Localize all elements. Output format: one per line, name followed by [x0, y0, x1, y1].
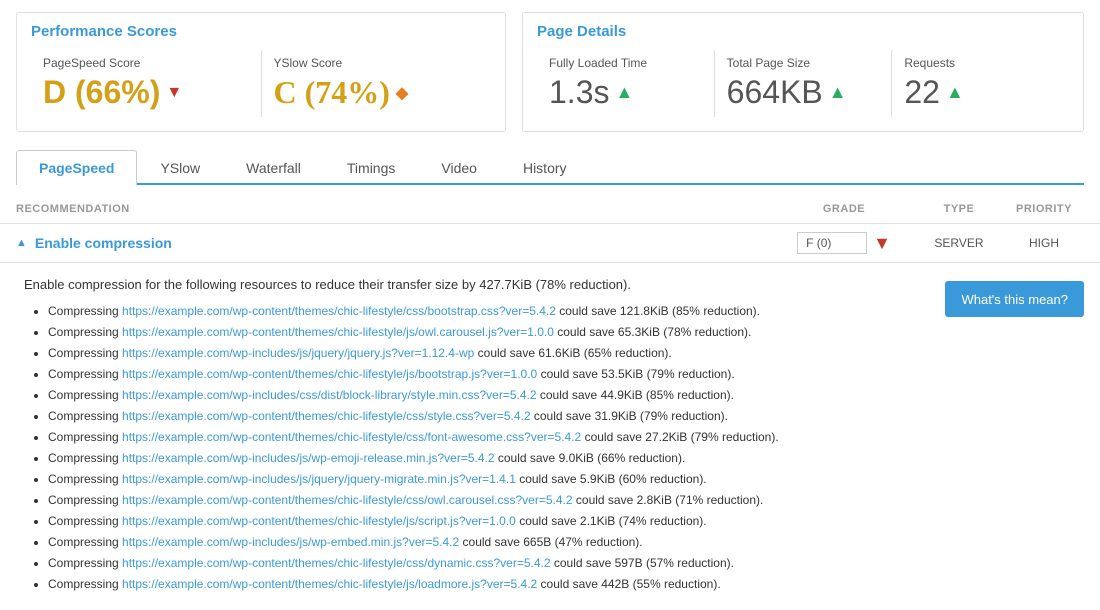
resource-link[interactable]: https://example.com/wp-content/themes/ch…	[122, 556, 551, 570]
resource-link[interactable]: https://example.com/wp-content/themes/ch…	[122, 514, 516, 528]
list-item: Compressing https://example.com/wp-conte…	[48, 302, 925, 320]
type-value: SERVER	[914, 236, 1004, 250]
yslow-label: YSlow Score	[274, 56, 480, 70]
col-type-header: TYPE	[914, 203, 1004, 215]
page-details-title: Page Details	[537, 23, 1069, 40]
tab-timings[interactable]: Timings	[324, 150, 419, 185]
recommendation-label-col: ▲ Enable compression	[16, 235, 774, 251]
performance-scores-title: Performance Scores	[31, 23, 491, 40]
priority-value: HIGH	[1004, 236, 1084, 250]
resource-link[interactable]: https://example.com/wp-content/themes/ch…	[122, 409, 531, 423]
list-item: Compressing https://example.com/wp-conte…	[48, 323, 925, 341]
grade-box: ▼	[774, 232, 914, 254]
col-priority-header: PRIORITY	[1004, 203, 1084, 215]
col-recommendation-header: RECOMMENDATION	[16, 203, 774, 215]
pagespeed-score-item: PageSpeed Score D (66%) ▼	[31, 50, 262, 117]
pagespeed-label: PageSpeed Score	[43, 56, 249, 70]
yslow-arrow: ◆	[396, 83, 408, 103]
resource-link[interactable]: https://example.com/wp-content/themes/ch…	[122, 430, 581, 444]
list-item: Compressing https://example.com/wp-conte…	[48, 365, 925, 383]
expand-icon[interactable]: ▲	[16, 237, 27, 249]
resource-link[interactable]: https://example.com/wp-includes/js/wp-em…	[122, 451, 495, 465]
tab-waterfall[interactable]: Waterfall	[223, 150, 324, 185]
table-header: RECOMMENDATION GRADE TYPE PRIORITY	[0, 195, 1100, 224]
fully-loaded-arrow: ▲	[615, 82, 633, 103]
list-item: Compressing https://example.com/wp-conte…	[48, 407, 925, 425]
list-item: Compressing https://example.com/wp-inclu…	[48, 470, 925, 488]
page-details-panel: Page Details Fully Loaded Time 1.3s ▲ To…	[522, 12, 1084, 132]
fully-loaded-label: Fully Loaded Time	[549, 56, 702, 70]
pagespeed-value: D (66%) ▼	[43, 74, 249, 111]
recommendation-row: ▲ Enable compression ▼ SERVER HIGH	[0, 224, 1100, 263]
tab-pagespeed[interactable]: PageSpeed	[16, 150, 137, 185]
requests-arrow: ▲	[946, 82, 964, 103]
list-item: Compressing https://example.com/wp-conte…	[48, 428, 925, 446]
grade-input[interactable]	[797, 232, 867, 254]
list-item: Compressing https://example.com/wp-conte…	[48, 575, 925, 593]
total-size-item: Total Page Size 664KB ▲	[715, 50, 893, 117]
total-size-arrow: ▲	[829, 82, 847, 103]
total-size-value: 664KB ▲	[727, 74, 880, 111]
list-item: Compressing https://example.com/wp-conte…	[48, 491, 925, 509]
performance-scores-panel: Performance Scores PageSpeed Score D (66…	[16, 12, 506, 132]
resource-link[interactable]: https://example.com/wp-content/themes/ch…	[122, 493, 573, 507]
resource-link[interactable]: https://example.com/wp-includes/js/jquer…	[122, 472, 516, 486]
resource-link[interactable]: https://example.com/wp-includes/js/wp-em…	[122, 535, 459, 549]
requests-item: Requests 22 ▲	[892, 50, 1069, 117]
yslow-value: C (74%) ◆	[274, 74, 480, 111]
requests-value: 22 ▲	[904, 74, 1057, 111]
tab-history[interactable]: History	[500, 150, 590, 185]
resource-link[interactable]: https://example.com/wp-content/themes/ch…	[122, 577, 537, 591]
grade-arrow-icon: ▼	[873, 233, 891, 254]
resource-link[interactable]: https://example.com/wp-content/themes/ch…	[122, 325, 554, 339]
list-item: Compressing https://example.com/wp-inclu…	[48, 449, 925, 467]
resource-link[interactable]: https://example.com/wp-includes/js/jquer…	[122, 346, 474, 360]
col-grade-header: GRADE	[774, 203, 914, 215]
yslow-score-item: YSlow Score C (74%) ◆	[262, 50, 492, 117]
resource-link[interactable]: https://example.com/wp-content/themes/ch…	[122, 304, 556, 318]
recommendation-title: Enable compression	[35, 235, 172, 251]
total-size-label: Total Page Size	[727, 56, 880, 70]
tab-yslow[interactable]: YSlow	[137, 150, 223, 185]
resource-list: Compressing https://example.com/wp-conte…	[24, 302, 925, 593]
list-item: Compressing https://example.com/wp-inclu…	[48, 386, 925, 404]
whats-this-button[interactable]: What's this mean?	[945, 281, 1084, 317]
content-description: Enable compression for the following res…	[24, 277, 925, 292]
detail-items: Fully Loaded Time 1.3s ▲ Total Page Size…	[537, 50, 1069, 117]
tabs-row: PageSpeed YSlow Waterfall Timings Video …	[16, 150, 1084, 183]
tabs-container: PageSpeed YSlow Waterfall Timings Video …	[16, 150, 1084, 185]
list-item: Compressing https://example.com/wp-inclu…	[48, 344, 925, 362]
content-text: Enable compression for the following res…	[24, 277, 925, 596]
resource-link[interactable]: https://example.com/wp-content/themes/ch…	[122, 367, 537, 381]
content-area: Enable compression for the following res…	[0, 263, 1100, 610]
scores-row: PageSpeed Score D (66%) ▼ YSlow Score C …	[31, 50, 491, 117]
list-item: Compressing https://example.com/wp-inclu…	[48, 533, 925, 551]
requests-label: Requests	[904, 56, 1057, 70]
tab-video[interactable]: Video	[418, 150, 500, 185]
pagespeed-arrow: ▼	[166, 84, 182, 102]
fully-loaded-item: Fully Loaded Time 1.3s ▲	[537, 50, 715, 117]
list-item: Compressing https://example.com/wp-conte…	[48, 512, 925, 530]
fully-loaded-value: 1.3s ▲	[549, 74, 702, 111]
resource-link[interactable]: https://example.com/wp-includes/css/dist…	[122, 388, 537, 402]
list-item: Compressing https://example.com/wp-conte…	[48, 554, 925, 572]
